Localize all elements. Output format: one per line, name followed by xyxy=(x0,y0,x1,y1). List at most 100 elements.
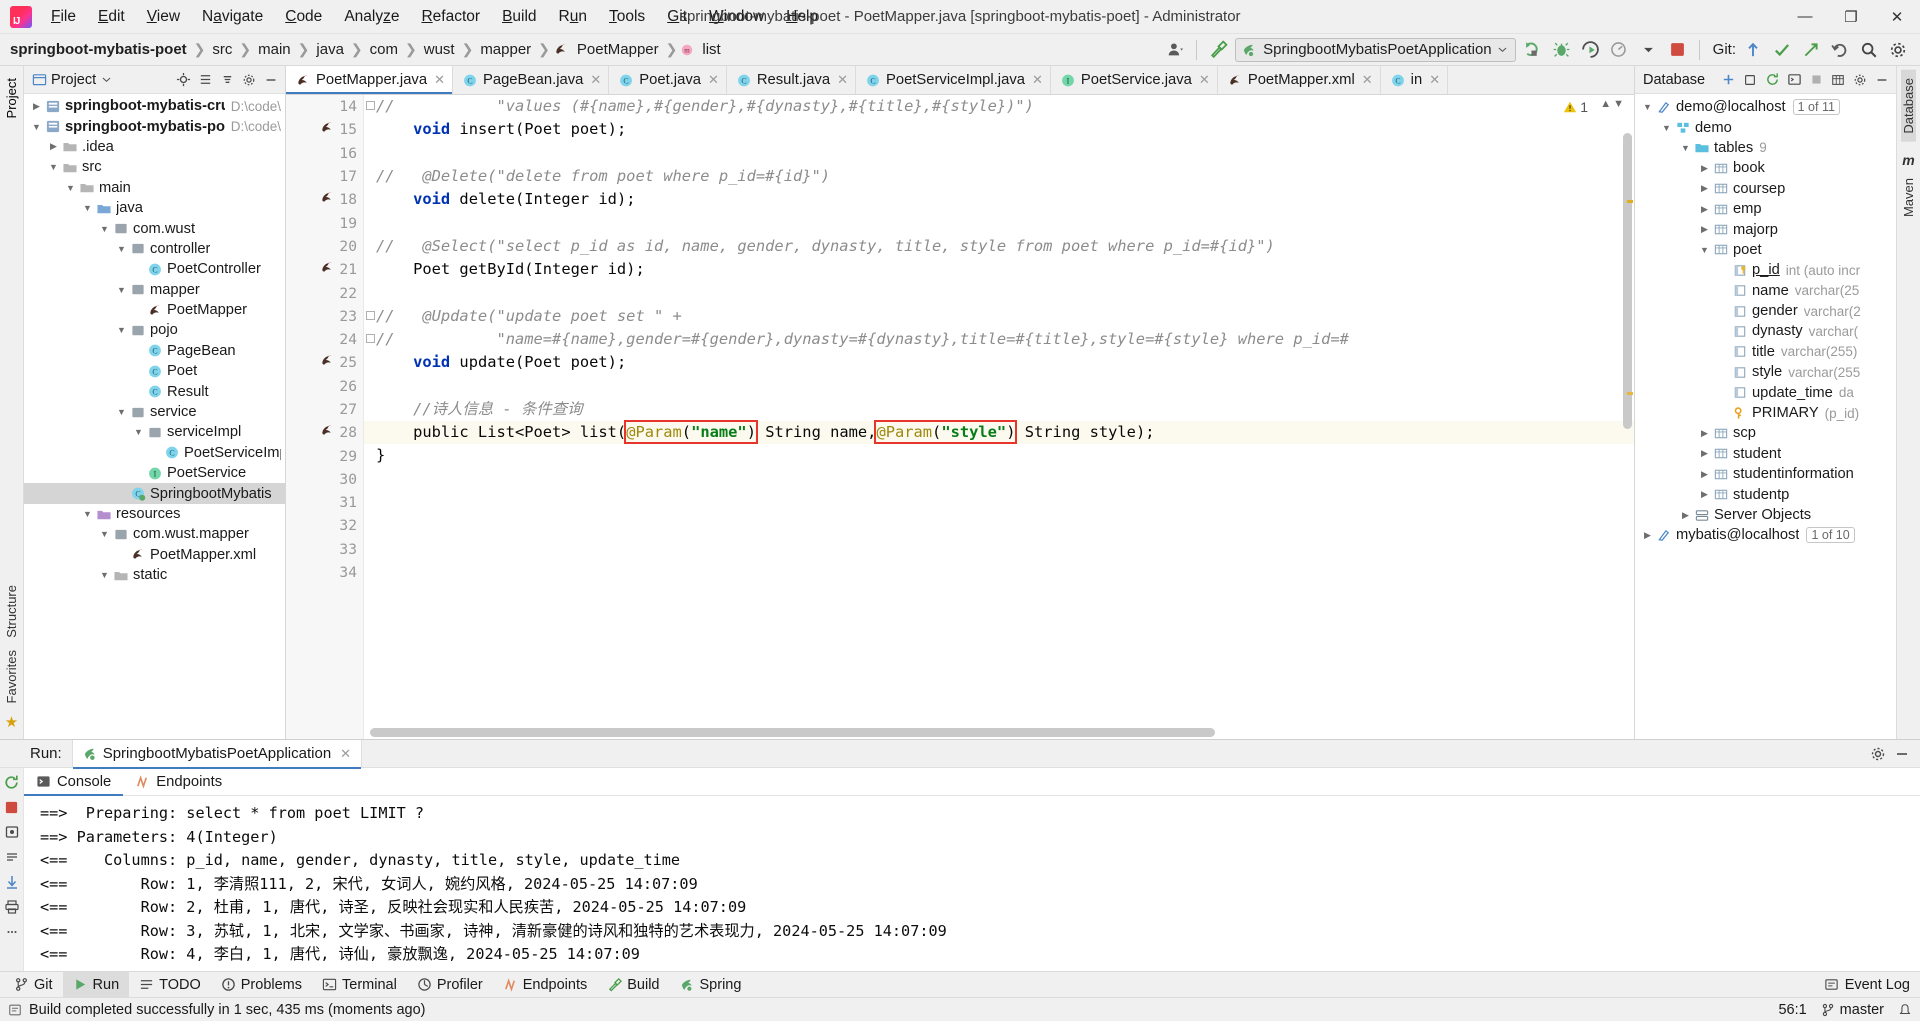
close-icon[interactable]: ✕ xyxy=(1429,72,1440,88)
refresh-icon[interactable] xyxy=(1762,70,1782,90)
project-tree-item[interactable]: ▼ java xyxy=(24,198,285,218)
close-icon[interactable]: ✕ xyxy=(1199,72,1210,88)
code-line[interactable] xyxy=(364,538,1634,561)
more-options-icon[interactable] xyxy=(2,922,22,942)
mybatis-statement-gutter-icon[interactable] xyxy=(319,353,335,368)
project-tree-item[interactable]: C PageBean xyxy=(24,341,285,361)
chevron-down-icon[interactable]: ▼ xyxy=(81,508,94,521)
chevron-down-icon[interactable]: ▼ xyxy=(115,324,128,337)
database-tree-item[interactable]: title varchar(255) xyxy=(1635,342,1896,362)
close-icon[interactable]: ✕ xyxy=(340,746,351,762)
chevron-right-icon[interactable]: ▶ xyxy=(1698,447,1711,460)
breadcrumb[interactable]: springboot-mybatis-poet ❯ src ❯ main ❯ java ❯ co… xyxy=(6,39,725,60)
project-tree-item[interactable]: ▼ springboot-mybatis-poet D:\code\ xyxy=(24,116,285,136)
code-text-area[interactable]: // "values (#{name},#{gender},#{dynasty}… xyxy=(364,95,1634,739)
chevron-right-icon[interactable]: ▶ xyxy=(1698,162,1711,175)
editor-tab-pagebean-java[interactable]: C PageBean.java ✕ xyxy=(453,66,610,94)
hide-tool-window-icon[interactable] xyxy=(261,70,281,90)
code-line[interactable] xyxy=(364,561,1634,584)
database-tree-item[interactable]: ▶ Server Objects xyxy=(1635,505,1896,525)
database-tree-item[interactable]: ▼ demo@localhost 1 of 11 xyxy=(1635,97,1896,117)
project-tree-item[interactable]: ▼ com.wust.mapper xyxy=(24,524,285,544)
print-icon[interactable] xyxy=(2,897,22,917)
mybatis-statement-gutter-icon[interactable] xyxy=(319,423,335,438)
chevron-down-icon[interactable]: ▼ xyxy=(1679,141,1692,154)
tool-strip-run[interactable]: Run xyxy=(62,971,130,998)
chevron-down-icon[interactable]: ▼ xyxy=(1660,121,1673,134)
code-line[interactable] xyxy=(364,375,1634,398)
stop-button[interactable] xyxy=(1666,38,1690,62)
code-line[interactable] xyxy=(364,142,1634,165)
menu-view[interactable]: View xyxy=(136,5,191,29)
breadcrumb-item[interactable]: com xyxy=(366,39,402,60)
project-tree-item[interactable]: ▼ pojo xyxy=(24,320,285,340)
project-tree-item[interactable]: I PoetService xyxy=(24,463,285,483)
debug-button[interactable] xyxy=(1550,38,1574,62)
table-view-icon[interactable] xyxy=(1828,70,1848,90)
close-icon[interactable]: ✕ xyxy=(590,72,601,88)
project-tree-item[interactable]: ▼ src xyxy=(24,157,285,177)
trace-icon[interactable] xyxy=(2,847,22,867)
project-tree-item[interactable]: ▼ com.wust xyxy=(24,218,285,238)
project-tree-item[interactable]: ▼ service xyxy=(24,402,285,422)
git-push-icon[interactable] xyxy=(1799,38,1823,62)
gutter-line[interactable]: 22 xyxy=(286,281,363,304)
next-highlight-icon[interactable]: ▼ xyxy=(1613,98,1624,110)
chevron-right-icon[interactable]: ▶ xyxy=(1679,509,1692,522)
chevron-right-icon[interactable]: ▶ xyxy=(1698,488,1711,501)
code-line[interactable]: // @Delete("delete from poet where p_id=… xyxy=(364,165,1634,188)
database-tree-item[interactable]: ▶ emp xyxy=(1635,199,1896,219)
code-line[interactable] xyxy=(364,514,1634,537)
menu-analyze[interactable]: Analyze xyxy=(333,5,410,29)
tool-strip-todo[interactable]: TODO xyxy=(129,972,211,998)
project-tree-item[interactable]: C Poet xyxy=(24,361,285,381)
tab-endpoints[interactable]: Endpoints xyxy=(123,768,234,795)
editor-vertical-scrollbar[interactable] xyxy=(1623,133,1632,429)
gutter-line[interactable]: 24 xyxy=(286,328,375,351)
tool-button-database[interactable]: Database xyxy=(1901,70,1916,142)
tool-strip-spring[interactable]: Spring xyxy=(670,972,752,998)
mybatis-statement-gutter-icon[interactable] xyxy=(319,260,335,275)
tool-strip-profiler[interactable]: Profiler xyxy=(407,972,493,998)
restart-icon[interactable] xyxy=(2,822,22,842)
scroll-to-end-icon[interactable] xyxy=(2,872,22,892)
database-tree-item[interactable]: gender varchar(2 xyxy=(1635,301,1896,321)
chevron-down-icon[interactable]: ▼ xyxy=(1641,101,1654,114)
prev-highlight-icon[interactable]: ▲ xyxy=(1600,98,1611,110)
event-log-label[interactable]: Event Log xyxy=(1845,977,1910,993)
database-tree-item[interactable]: ▼ poet xyxy=(1635,240,1896,260)
gutter-line[interactable]: 27 xyxy=(286,398,363,421)
gutter-line[interactable]: 18 xyxy=(286,188,363,211)
tool-strip-git[interactable]: Git xyxy=(4,972,63,998)
run-with-coverage-button[interactable] xyxy=(1579,38,1603,62)
gutter-line[interactable]: 17 xyxy=(286,165,363,188)
gutter-line[interactable]: 19 xyxy=(286,211,363,234)
close-icon[interactable]: ✕ xyxy=(708,72,719,88)
gutter-line[interactable]: 34 xyxy=(286,561,363,584)
git-commit-icon[interactable] xyxy=(1770,38,1794,62)
gutter-line[interactable]: 25 xyxy=(286,351,363,374)
menu-edit[interactable]: Edit xyxy=(87,5,136,29)
stop-query-icon[interactable] xyxy=(1806,70,1826,90)
minimize-button[interactable]: — xyxy=(1782,0,1828,34)
project-tree-item[interactable]: C SpringbootMybatis xyxy=(24,483,285,504)
code-line[interactable]: // "name=#{name},gender=#{gender},dynast… xyxy=(364,328,1634,351)
menu-git[interactable]: Git xyxy=(656,5,698,29)
code-line[interactable]: // "values (#{name},#{gender},#{dynasty}… xyxy=(364,95,1634,118)
code-line[interactable]: } xyxy=(364,444,1634,467)
breadcrumb-item[interactable]: main xyxy=(254,39,295,60)
code-line[interactable]: // @Select("select p_id as id, name, gen… xyxy=(364,235,1634,258)
collapse-all-icon[interactable] xyxy=(217,70,237,90)
chevron-right-icon[interactable]: ▶ xyxy=(1698,427,1711,440)
database-tree-item[interactable]: ▶ studentp xyxy=(1635,484,1896,504)
chevron-right-icon[interactable]: ▶ xyxy=(1641,529,1654,542)
mybatis-statement-gutter-icon[interactable] xyxy=(319,190,335,205)
profile-button[interactable] xyxy=(1608,38,1632,62)
project-tree-item[interactable]: PoetMapper.xml xyxy=(24,545,285,565)
database-tree-item[interactable]: ▶ scp xyxy=(1635,423,1896,443)
project-tree-item[interactable]: ▼ mapper xyxy=(24,280,285,300)
gutter-line[interactable]: 21 xyxy=(286,258,363,281)
query-console-icon[interactable] xyxy=(1784,70,1804,90)
chevron-right-icon[interactable]: ▶ xyxy=(47,140,60,153)
run-hide-icon[interactable] xyxy=(1892,744,1912,764)
